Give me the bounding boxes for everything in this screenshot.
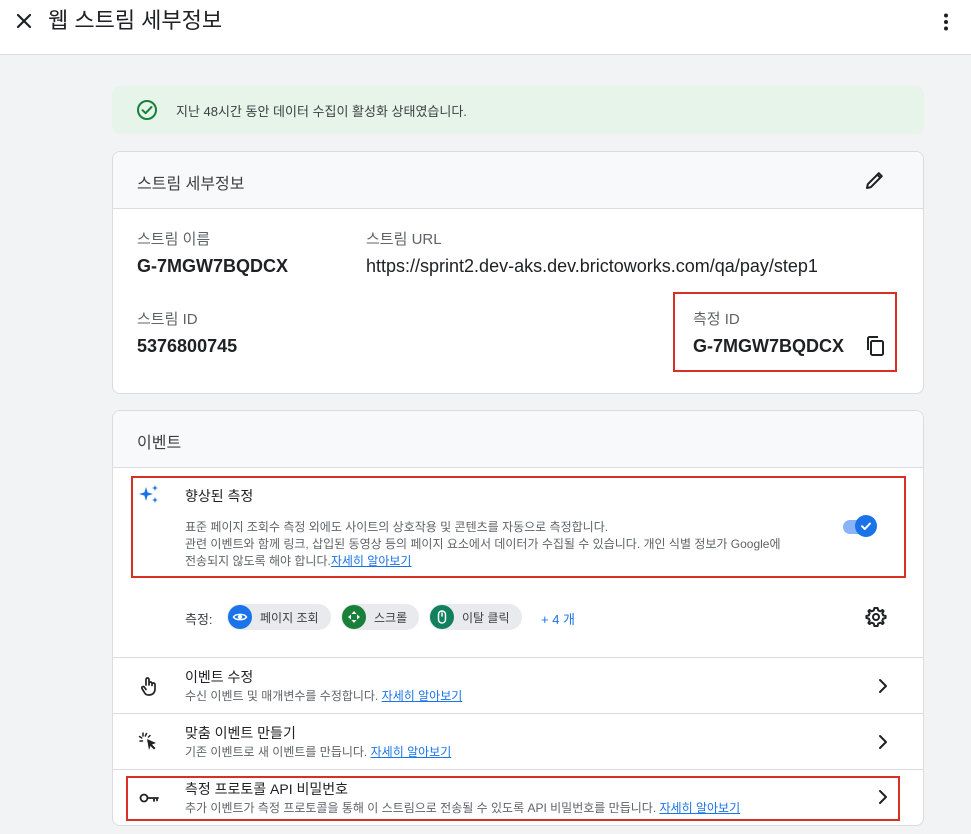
- measurement-id-highlight: 측정 ID G-7MGW7BQDCX: [673, 292, 897, 372]
- stream-id-value: 5376800745: [137, 336, 238, 356]
- create-custom-event-row[interactable]: 맞춤 이벤트 만들기 기존 이벤트로 새 이벤트를 만듭니다. 자세히 알아보기: [113, 714, 923, 769]
- data-collection-banner: 지난 48시간 동안 데이터 수집이 활성화 상태였습니다.: [112, 86, 924, 134]
- api-secret-desc-text: 추가 이벤트가 측정 프로토콜을 통해 이 스트림으로 전송될 수 있도록 AP…: [185, 801, 657, 815]
- settings-gear-icon[interactable]: [864, 605, 888, 629]
- chip-scroll-label: 스크롤: [374, 610, 408, 625]
- api-secret-learn-more-link[interactable]: 자세히 알아보기: [660, 801, 741, 815]
- stream-id-label: 스트림 ID: [137, 311, 198, 328]
- modify-events-title: 이벤트 수정: [185, 669, 254, 685]
- close-icon[interactable]: [12, 9, 36, 33]
- chevron-right-icon[interactable]: [871, 674, 895, 698]
- top-bar: 웹 스트림 세부정보: [0, 0, 971, 55]
- click-cursor-icon: [137, 730, 161, 754]
- measurement-id-value: G-7MGW7BQDCX: [693, 336, 845, 356]
- chip-page-view[interactable]: 페이지 조회: [227, 604, 331, 630]
- toggle-knob: [855, 515, 877, 537]
- enhanced-measurement-desc-3: 전송되지 않도록 해야 합니다.자세히 알아보기: [185, 553, 411, 570]
- chevron-right-icon[interactable]: [871, 730, 895, 754]
- eye-icon: [228, 605, 252, 629]
- modify-events-row[interactable]: 이벤트 수정 수신 이벤트 및 매개변수를 수정합니다. 자세히 알아보기: [113, 658, 923, 713]
- enhanced-measurement-learn-more-link[interactable]: 자세히 알아보기: [331, 554, 412, 568]
- events-title: 이벤트: [137, 435, 182, 452]
- events-card: 이벤트 향상된 측정 표준 페이지 조회수 측정 외에도 사이트의 상호작용 및…: [112, 410, 924, 826]
- touch-hand-icon: [137, 674, 161, 698]
- events-header: 이벤트: [113, 411, 923, 468]
- modify-events-learn-more-link[interactable]: 자세히 알아보기: [382, 689, 463, 703]
- stream-url-label: 스트림 URL: [366, 231, 442, 248]
- scroll-icon: [342, 605, 366, 629]
- chevron-right-icon[interactable]: [871, 785, 895, 809]
- create-custom-event-desc: 기존 이벤트로 새 이벤트를 만듭니다. 자세히 알아보기: [185, 744, 451, 761]
- measurement-id-label: 측정 ID: [693, 311, 740, 328]
- chip-scroll[interactable]: 스크롤: [341, 604, 420, 630]
- modify-events-desc: 수신 이벤트 및 매개변수를 수정합니다. 자세히 알아보기: [185, 688, 462, 705]
- key-icon: [137, 786, 161, 810]
- check-circle-icon: [136, 99, 158, 121]
- more-vert-icon[interactable]: [934, 10, 958, 34]
- copy-icon[interactable]: [863, 334, 887, 358]
- stream-details-card: 스트림 세부정보 스트림 이름 G-7MGW7BQDCX 스트림 URL htt…: [112, 151, 924, 394]
- create-custom-event-learn-more-link[interactable]: 자세히 알아보기: [371, 745, 452, 759]
- page-title: 웹 스트림 세부정보: [48, 8, 223, 33]
- more-chips-link[interactable]: + 4 개: [541, 609, 575, 628]
- chip-outbound-click-label: 이탈 클릭: [462, 610, 510, 625]
- modify-events-desc-text: 수신 이벤트 및 매개변수를 수정합니다.: [185, 689, 379, 703]
- api-secret-row[interactable]: 측정 프로토콜 API 비밀번호 추가 이벤트가 측정 프로토콜을 통해 이 스…: [113, 770, 923, 825]
- chip-outbound-click[interactable]: 이탈 클릭: [429, 604, 522, 630]
- create-custom-event-title: 맞춤 이벤트 만들기: [185, 725, 296, 741]
- api-secret-desc: 추가 이벤트가 측정 프로토콜을 통해 이 스트림으로 전송될 수 있도록 AP…: [185, 800, 740, 817]
- stream-url-value: https://sprint2.dev-aks.dev.brictoworks.…: [366, 256, 818, 276]
- stream-details-title: 스트림 세부정보: [137, 176, 245, 193]
- banner-text: 지난 48시간 동안 데이터 수집이 활성화 상태였습니다.: [176, 104, 467, 119]
- create-custom-event-desc-text: 기존 이벤트로 새 이벤트를 만듭니다.: [185, 745, 368, 759]
- stream-name-value: G-7MGW7BQDCX: [137, 256, 289, 276]
- measuring-label: 측정:: [185, 612, 213, 627]
- enhanced-measurement-title: 향상된 측정: [185, 488, 254, 504]
- stream-name-label: 스트림 이름: [137, 231, 211, 248]
- enhanced-measurement-desc-1: 표준 페이지 조회수 측정 외에도 사이트의 상호작용 및 콘텐츠를 자동으로 …: [185, 520, 609, 534]
- sparkle-icon: [137, 483, 161, 507]
- enhanced-measurement-toggle[interactable]: [841, 515, 879, 537]
- api-secret-title: 측정 프로토콜 API 비밀번호: [185, 781, 349, 797]
- edit-pencil-icon[interactable]: [863, 168, 887, 192]
- enhanced-measurement-desc-3-text: 전송되지 않도록 해야 합니다.: [185, 554, 331, 568]
- enhanced-measurement-desc-2: 관련 이벤트와 함께 링크, 삽입된 동영상 등의 페이지 요소에서 데이터가 …: [185, 537, 781, 551]
- stream-details-header: 스트림 세부정보: [113, 152, 923, 209]
- mouse-icon: [430, 605, 454, 629]
- chip-page-view-label: 페이지 조회: [260, 610, 319, 625]
